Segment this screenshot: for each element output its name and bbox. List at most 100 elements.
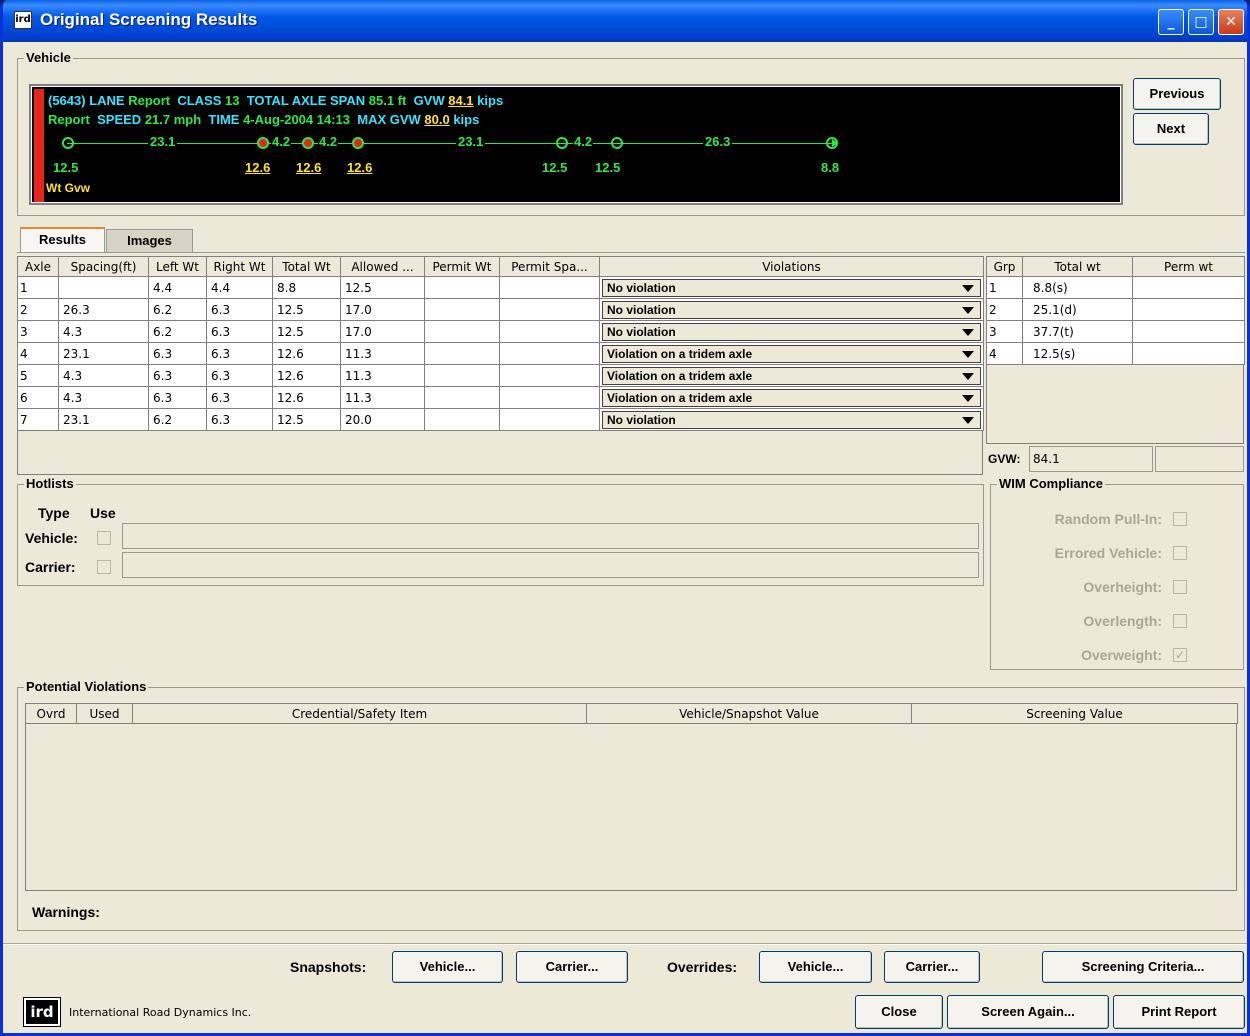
table-row[interactable]: 2 26.3 6.2 6.3 12.5 17.0 No violation — [17, 298, 984, 321]
table-cell[interactable]: 4.4 — [148, 276, 207, 299]
violation-cell[interactable]: No violation — [599, 298, 984, 321]
close-window-button[interactable]: ✕ — [1218, 9, 1244, 35]
previous-button[interactable]: Previous — [1133, 78, 1221, 110]
violation-cell[interactable]: No violation — [599, 276, 984, 299]
table-row[interactable]: 4 23.1 6.3 6.3 12.6 11.3 Violation on a tridem… — [17, 342, 984, 365]
table-cell[interactable]: 11.3 — [340, 342, 425, 365]
table-cell[interactable] — [499, 298, 600, 321]
table-cell[interactable]: 6.3 — [206, 386, 273, 409]
table-cell[interactable] — [424, 298, 500, 321]
table-cell[interactable]: 3 — [986, 320, 1023, 343]
col-header[interactable]: Total wt — [1022, 256, 1133, 277]
table-cell[interactable]: 6.3 — [206, 364, 273, 387]
table-cell[interactable] — [424, 386, 500, 409]
table-cell[interactable] — [499, 386, 600, 409]
col-header[interactable]: Spacing(ft) — [58, 256, 149, 277]
col-header[interactable]: Violations — [599, 256, 984, 277]
table-cell[interactable] — [1132, 320, 1245, 343]
table-cell[interactable]: 7 — [17, 408, 59, 431]
wim-item-checkbox[interactable] — [1173, 512, 1187, 526]
table-row[interactable]: 1 4.4 4.4 8.8 12.5 No violation — [17, 276, 984, 299]
table-cell[interactable]: 11.3 — [340, 364, 425, 387]
table-cell[interactable]: 12.5(s) — [1022, 342, 1133, 365]
violation-cell[interactable]: Violation on a tridem axle — [599, 386, 984, 409]
table-cell[interactable] — [499, 408, 600, 431]
screen-again-button[interactable]: Screen Again... — [947, 995, 1109, 1029]
table-cell[interactable]: 6.3 — [148, 364, 207, 387]
snapshot-vehicle-button[interactable]: Vehicle... — [392, 951, 503, 983]
table-cell[interactable]: 23.1 — [58, 408, 149, 431]
table-cell[interactable]: 26.3 — [58, 298, 149, 321]
table-row[interactable]: 4 12.5(s) — [986, 342, 1245, 365]
table-row[interactable]: 3 4.3 6.2 6.3 12.5 17.0 No violation — [17, 320, 984, 343]
violation-cell[interactable]: Violation on a tridem axle — [599, 342, 984, 365]
table-row[interactable]: 6 4.3 6.3 6.3 12.6 11.3 Violation on a tridem … — [17, 386, 984, 409]
violation-dropdown[interactable]: Violation on a tridem axle — [602, 366, 981, 385]
violation-dropdown[interactable]: No violation — [602, 410, 981, 429]
table-cell[interactable]: 11.3 — [340, 386, 425, 409]
col-header[interactable]: Used — [76, 703, 133, 724]
col-header[interactable]: Total Wt — [272, 256, 341, 277]
col-header[interactable]: Axle — [17, 256, 59, 277]
violation-dropdown[interactable]: No violation — [602, 322, 981, 341]
table-cell[interactable] — [58, 276, 149, 299]
col-header[interactable]: Credential/Safety Item — [132, 703, 587, 724]
violation-dropdown[interactable]: Violation on a tridem axle — [602, 344, 981, 363]
table-cell[interactable]: 1 — [986, 276, 1023, 299]
table-cell[interactable]: 6.3 — [148, 342, 207, 365]
tab-results[interactable]: Results — [20, 227, 105, 253]
table-row[interactable]: 3 37.7(t) — [986, 320, 1245, 343]
table-cell[interactable]: 4 — [986, 342, 1023, 365]
table-cell[interactable]: 4.4 — [206, 276, 273, 299]
table-cell[interactable] — [424, 342, 500, 365]
violation-dropdown[interactable]: No violation — [602, 300, 981, 319]
table-cell[interactable]: 12.6 — [272, 386, 341, 409]
violation-cell[interactable]: No violation — [599, 408, 984, 431]
table-cell[interactable]: 6 — [17, 386, 59, 409]
table-cell[interactable]: 4.3 — [58, 386, 149, 409]
table-row[interactable]: 2 25.1(d) — [986, 298, 1245, 321]
table-cell[interactable] — [499, 320, 600, 343]
table-row[interactable]: 5 4.3 6.3 6.3 12.6 11.3 Violation on a tridem … — [17, 364, 984, 387]
col-header[interactable]: Grp — [986, 256, 1023, 277]
table-cell[interactable]: 12.6 — [272, 364, 341, 387]
violation-cell[interactable]: Violation on a tridem axle — [599, 364, 984, 387]
table-cell[interactable]: 12.5 — [340, 276, 425, 299]
table-cell[interactable]: 17.0 — [340, 298, 425, 321]
table-cell[interactable] — [499, 276, 600, 299]
table-cell[interactable]: 8.8 — [272, 276, 341, 299]
table-cell[interactable] — [1132, 298, 1245, 321]
table-cell[interactable]: 6.3 — [148, 386, 207, 409]
table-cell[interactable] — [424, 320, 500, 343]
table-cell[interactable] — [1132, 342, 1245, 365]
table-cell[interactable]: 12.5 — [272, 320, 341, 343]
table-cell[interactable]: 6.3 — [206, 298, 273, 321]
violation-dropdown[interactable]: Violation on a tridem axle — [602, 388, 981, 407]
table-cell[interactable]: 4 — [17, 342, 59, 365]
wim-item-checkbox[interactable] — [1173, 546, 1187, 560]
col-header[interactable]: Allowed ... — [340, 256, 425, 277]
col-header[interactable]: Right Wt — [206, 256, 273, 277]
table-cell[interactable] — [424, 276, 500, 299]
col-header[interactable]: Permit Wt — [424, 256, 500, 277]
hotlist-vehicle-field[interactable] — [122, 523, 979, 549]
table-cell[interactable]: 12.5 — [272, 408, 341, 431]
table-cell[interactable]: 8.8(s) — [1022, 276, 1133, 299]
col-header[interactable]: Vehicle/Snapshot Value — [586, 703, 912, 724]
table-cell[interactable]: 6.3 — [206, 408, 273, 431]
table-cell[interactable] — [499, 364, 600, 387]
screening-criteria-button[interactable]: Screening Criteria... — [1042, 951, 1244, 983]
violation-cell[interactable]: No violation — [599, 320, 984, 343]
table-cell[interactable]: 2 — [986, 298, 1023, 321]
col-header[interactable]: Perm wt — [1132, 256, 1245, 277]
col-header[interactable]: Screening Value — [911, 703, 1238, 724]
minimize-button[interactable]: _ — [1158, 9, 1184, 35]
table-cell[interactable]: 4.3 — [58, 364, 149, 387]
violation-dropdown[interactable]: No violation — [602, 278, 981, 297]
snapshot-carrier-button[interactable]: Carrier... — [516, 951, 628, 983]
hotlist-carrier-field[interactable] — [122, 552, 979, 578]
table-cell[interactable]: 2 — [17, 298, 59, 321]
wim-item-checkbox[interactable]: ✓ — [1173, 648, 1187, 662]
hotlist-vehicle-checkbox[interactable] — [97, 531, 111, 545]
wim-item-checkbox[interactable] — [1173, 580, 1187, 594]
